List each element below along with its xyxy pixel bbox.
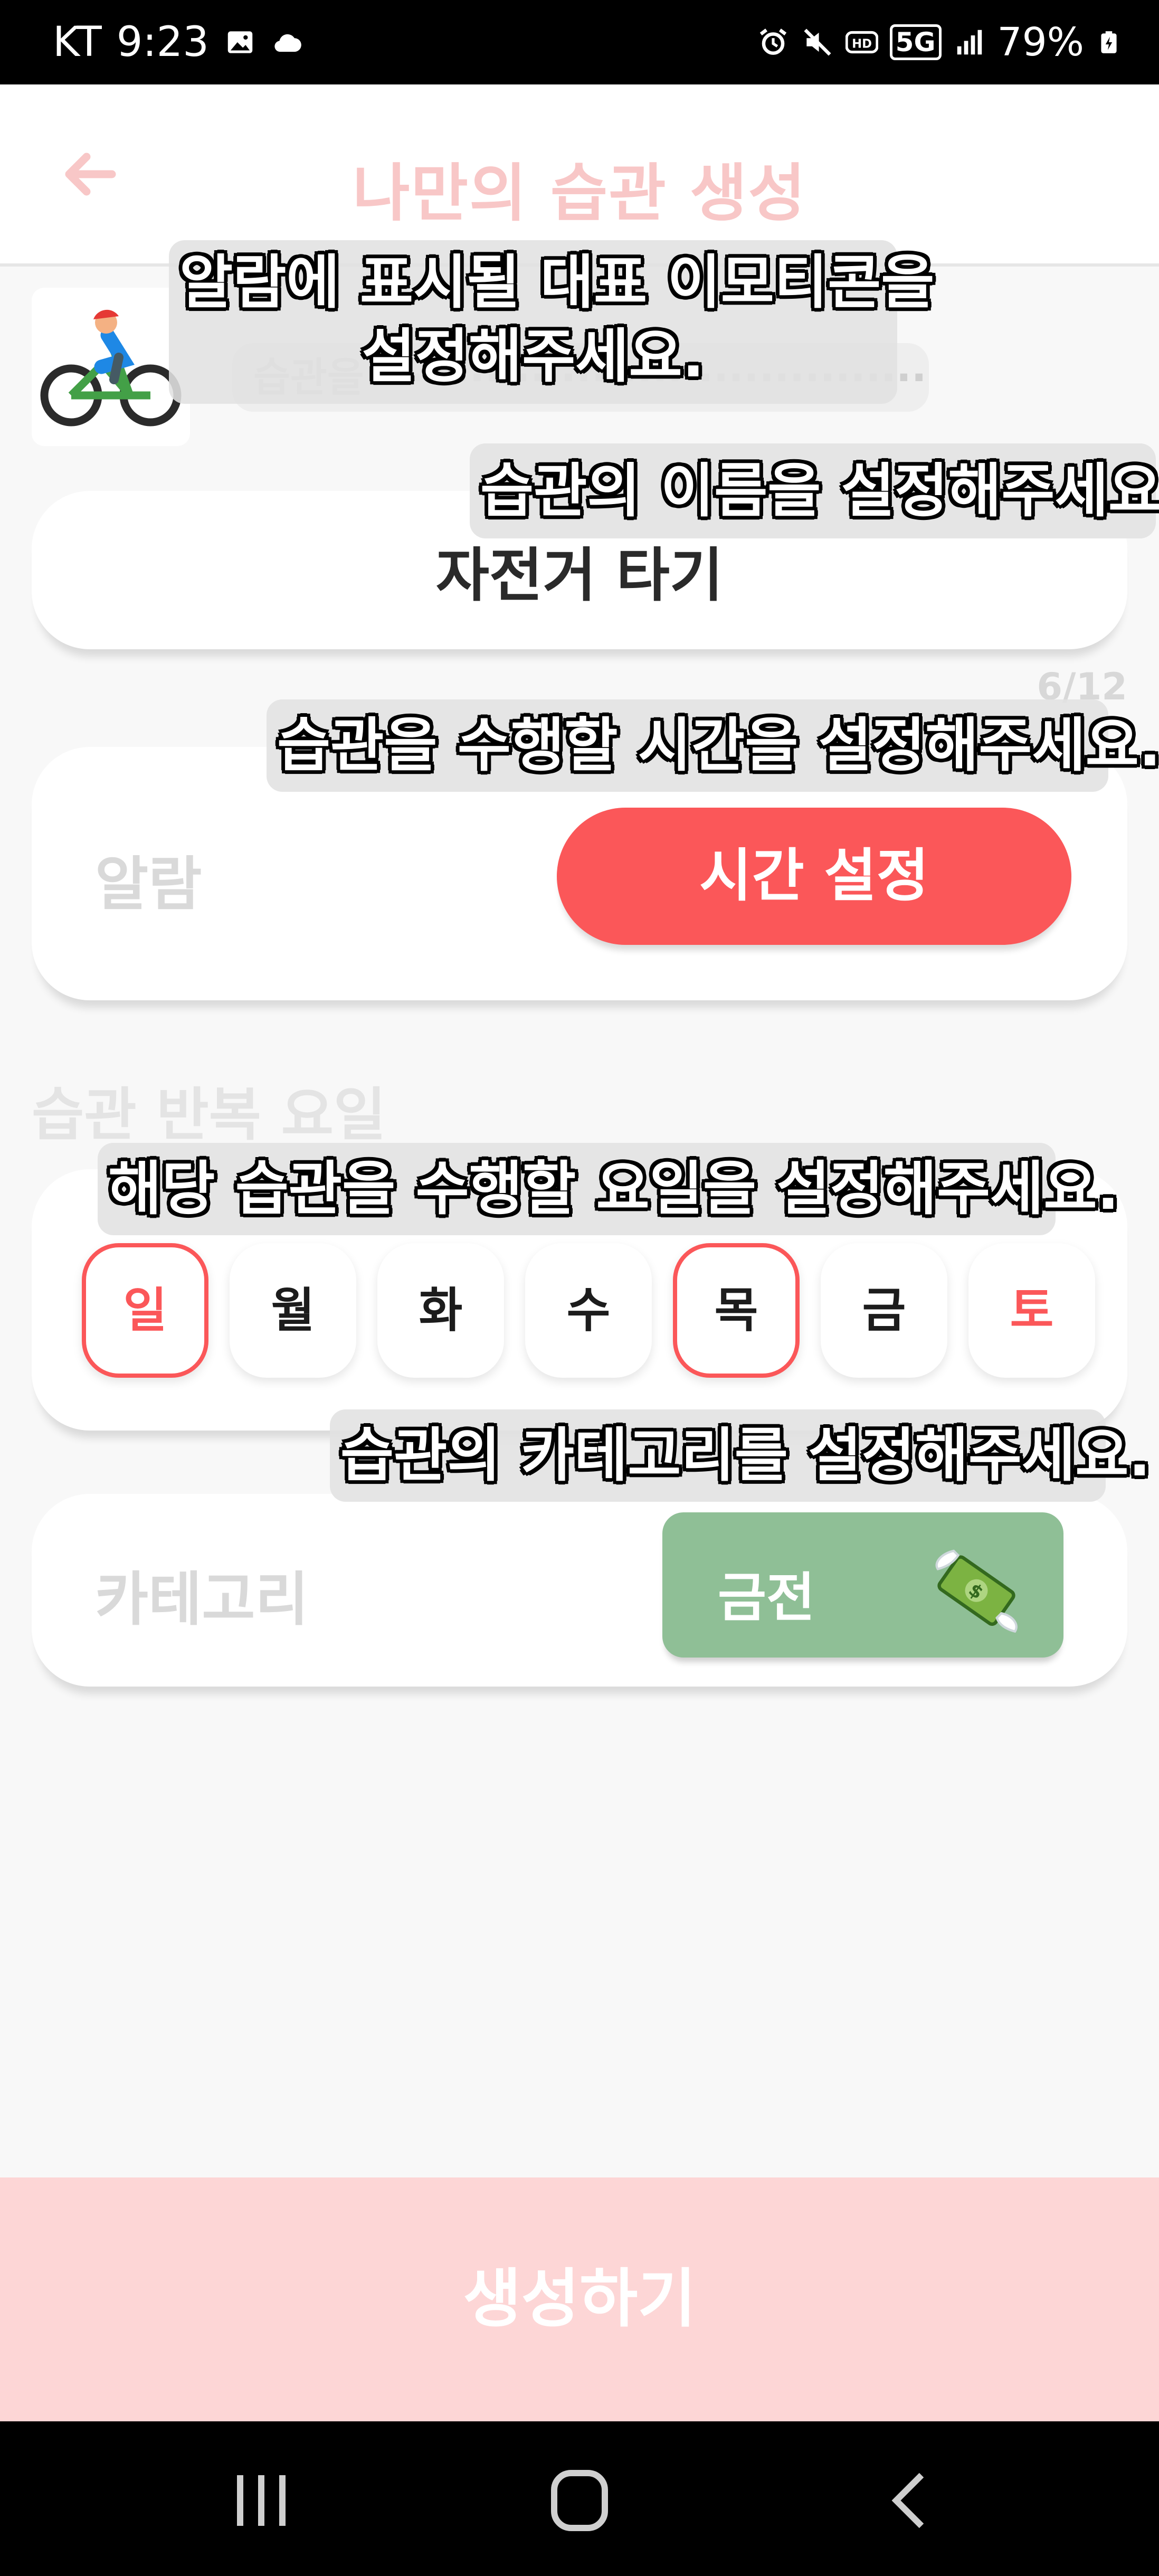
home-icon[interactable]	[537, 2469, 622, 2532]
emoji-selector[interactable]	[32, 288, 190, 446]
signal-icon	[957, 30, 982, 55]
recents-icon[interactable]	[219, 2469, 303, 2532]
day-sunday-button[interactable]: 일	[82, 1243, 208, 1378]
page-title: 나만의 습관 생성	[352, 157, 807, 230]
hd-icon: HD	[845, 31, 878, 54]
alarm-label: 알람	[95, 850, 202, 918]
app-bar: 나만의 습관 생성	[0, 84, 1159, 267]
clock: 9:23	[116, 18, 209, 66]
tooltip-emoji-line2: 설정해주세요.	[362, 323, 705, 390]
cloud-icon	[274, 34, 301, 52]
5g-icon: 5G	[889, 24, 942, 60]
day-friday-button[interactable]: 금	[821, 1243, 947, 1378]
carrier-label: KT	[53, 18, 102, 66]
battery-percent: 79%	[997, 20, 1084, 65]
category-selected-label: 금전	[718, 1567, 815, 1628]
navigation-bar	[0, 2421, 1159, 2576]
person-biking-emoji	[40, 309, 182, 427]
tutorial-tooltip-name: 습관의 이름을 설정해주세요.	[470, 443, 1159, 538]
back-icon[interactable]	[871, 2469, 955, 2532]
mute-icon	[804, 29, 831, 56]
money-with-wings-icon: $	[935, 1549, 1018, 1633]
category-card: 카테고리 금전 $	[32, 1494, 1127, 1687]
battery-icon	[1101, 31, 1117, 53]
tutorial-tooltip-time: 습관을 수행할 시간을 설정해주세요.	[267, 699, 1159, 792]
day-saturday-button[interactable]: 토	[968, 1243, 1095, 1378]
svg-text:HD: HD	[852, 37, 872, 51]
tooltip-emoji-line1: 알람에 표시될 대표 이모티콘을	[179, 249, 935, 316]
category-selector[interactable]: 금전 $	[662, 1512, 1063, 1658]
status-bar: KT 9:23 HD 5G 79%	[0, 0, 1159, 84]
category-label: 카테고리	[95, 1566, 309, 1633]
day-thursday-button[interactable]: 목	[673, 1243, 800, 1378]
alarm-icon	[759, 29, 786, 55]
tutorial-tooltip-category: 습관의 카테고리를 설정해주세요.	[330, 1409, 1151, 1502]
create-button[interactable]: 생성하기	[0, 2177, 1159, 2421]
day-monday-button[interactable]: 월	[230, 1243, 356, 1378]
time-set-button[interactable]: 시간 설정	[557, 808, 1071, 945]
tutorial-tooltip-emoji: 알람에 표시될 대표 이모티콘을 설정해주세요.	[169, 240, 935, 404]
day-tuesday-button[interactable]: 화	[377, 1243, 504, 1378]
day-wednesday-button[interactable]: 수	[525, 1243, 652, 1378]
tutorial-tooltip-days: 해당 습관을 수행할 요일을 설정해주세요.	[98, 1143, 1119, 1235]
days-heading: 습관 반복 요일	[32, 1082, 386, 1148]
image-icon	[227, 31, 253, 53]
